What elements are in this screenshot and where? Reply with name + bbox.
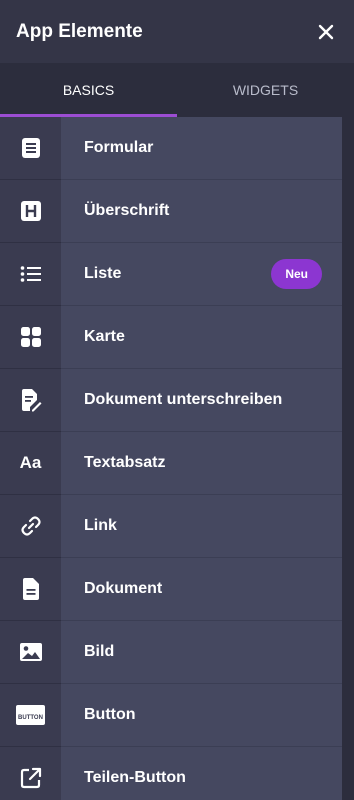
link-icon [20, 516, 41, 536]
element-list: Formular Überschrift Liste Neu Karte Dok… [0, 117, 342, 800]
list-item-label: Formular [84, 139, 154, 156]
list-icon [20, 266, 41, 282]
list-item-teilen-button[interactable]: Teilen-Button [0, 747, 342, 800]
list-item-button[interactable]: BUTTON Button [0, 684, 342, 747]
list-item-liste[interactable]: Liste Neu [0, 243, 342, 306]
list-item-formular[interactable]: Formular [0, 117, 342, 180]
tab-basics[interactable]: BASICS [0, 63, 177, 117]
list-item-label: Link [84, 517, 117, 534]
list-item-label: Textabsatz [84, 454, 166, 471]
list-item-dokument-unterschreiben[interactable]: Dokument unterschreiben [0, 369, 342, 432]
panel-title: App Elemente [16, 20, 143, 42]
list-item-label: Liste [84, 265, 122, 282]
list-item-karte[interactable]: Karte [0, 306, 342, 369]
card-icon [20, 327, 41, 347]
list-item-dokument[interactable]: Dokument [0, 558, 342, 621]
list-item-label: Teilen-Button [84, 769, 186, 786]
document-icon [22, 578, 39, 600]
share-icon [20, 767, 41, 789]
list-item-label: Button [84, 706, 136, 723]
heading-icon [20, 201, 41, 221]
scrollbar[interactable] [342, 117, 354, 800]
panel-header: App Elemente [0, 0, 354, 63]
close-button[interactable] [314, 20, 338, 44]
image-icon [19, 643, 42, 661]
sign-document-icon [21, 389, 41, 412]
list-item-link[interactable]: Link [0, 495, 342, 558]
list-item-bild[interactable]: Bild [0, 621, 342, 684]
close-icon [318, 24, 334, 39]
tab-widgets[interactable]: WIDGETS [177, 63, 354, 117]
new-badge: Neu [271, 259, 322, 289]
button-icon: BUTTON [16, 705, 45, 725]
list-item-ueberschrift[interactable]: Überschrift [0, 180, 342, 243]
list-item-label: Überschrift [84, 202, 170, 219]
list-item-label: Dokument [84, 580, 163, 597]
list-item-label: Dokument unterschreiben [84, 391, 283, 408]
list-item-label: Bild [84, 643, 115, 660]
text-icon: Aa [19, 453, 42, 472]
list-item-textabsatz[interactable]: Aa Textabsatz [0, 432, 342, 495]
tab-bar: BASICS WIDGETS [0, 63, 354, 117]
list-item-label: Karte [84, 328, 125, 345]
app-elements-panel: App Elemente BASICS WIDGETS Formular Übe… [0, 0, 354, 800]
form-icon [21, 138, 40, 158]
